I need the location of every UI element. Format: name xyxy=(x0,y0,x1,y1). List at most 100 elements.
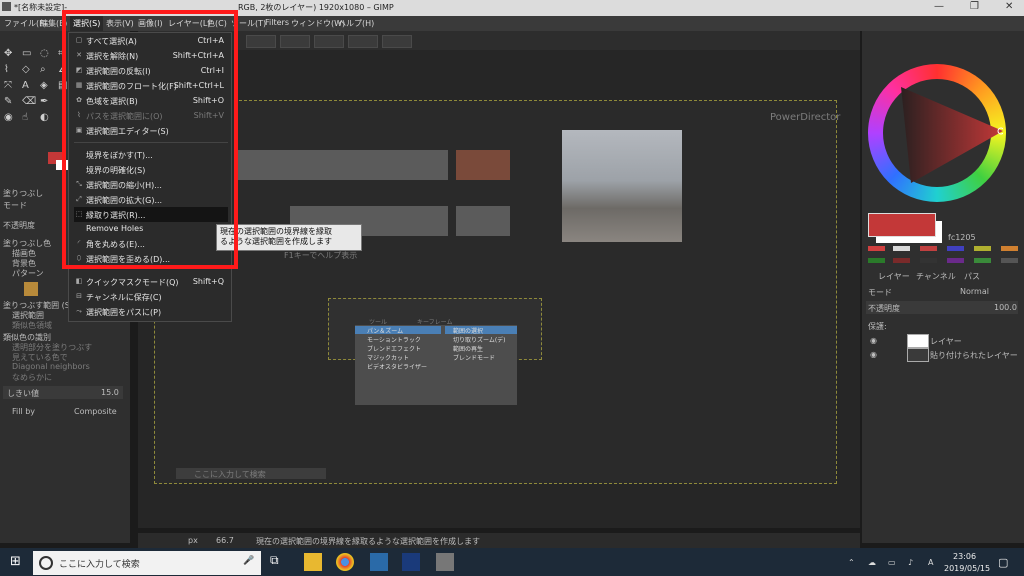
tab-layers[interactable]: レイヤー xyxy=(878,271,910,282)
threshold-slider[interactable]: しきい値 15.0 xyxy=(3,386,123,399)
bucket-fill-icon[interactable]: ◈ xyxy=(40,80,54,92)
context-item: ビデオスタビライザー xyxy=(367,364,428,371)
canvas-tool-button[interactable] xyxy=(246,35,276,48)
canvas-tool-button[interactable] xyxy=(382,35,412,48)
layer-opacity-value: 100.0 xyxy=(994,303,1017,312)
taskbar-search-box[interactable]: ここに入力して検索 🎤 xyxy=(33,551,261,575)
warp-tool-icon[interactable]: ⤧ xyxy=(4,80,18,92)
canvas-tool-button[interactable] xyxy=(280,35,310,48)
text-tool-icon[interactable]: A xyxy=(22,80,36,92)
inner-search-text: ここに入力して検索 xyxy=(194,470,266,479)
select-menu-item-shortcut: Shift+Q xyxy=(192,277,224,286)
chrome-icon[interactable] xyxy=(336,553,354,571)
move-tool-icon[interactable]: ✥ xyxy=(4,48,18,60)
fg-color-swatch-front[interactable] xyxy=(868,213,936,237)
network-icon[interactable]: ▭ xyxy=(888,558,896,567)
clock-time[interactable]: 23:06 xyxy=(953,552,976,561)
zoom-select[interactable]: 66.7 xyxy=(216,536,234,545)
close-icon[interactable]: ✕ xyxy=(1005,1,1013,12)
app-icon[interactable] xyxy=(370,553,388,571)
visibility-eye-icon[interactable]: ◉ xyxy=(870,350,877,359)
inner-search-box: ここに入力して検索 xyxy=(176,468,326,479)
palette-swatch[interactable] xyxy=(947,246,964,251)
color-triangle[interactable] xyxy=(883,79,1003,187)
ime-icon[interactable]: A xyxy=(928,558,933,567)
threshold-value: 15.0 xyxy=(101,388,119,397)
antialias-checkbox[interactable]: なめらかに xyxy=(12,372,52,383)
windows-start-icon[interactable]: ⊞ xyxy=(10,555,24,569)
palette-swatch[interactable] xyxy=(947,258,964,263)
microphone-icon[interactable]: 🎤 xyxy=(243,556,254,566)
area-similar-option[interactable]: 類似色領域 xyxy=(12,320,52,331)
select-menu-item[interactable]: ⤳ 選択範囲をパスに(P) xyxy=(74,304,228,319)
layer-name[interactable]: 貼り付けられたレイヤー xyxy=(930,350,1018,361)
rect-select-tool-icon[interactable]: ▭ xyxy=(22,48,36,60)
tray-chevron-icon[interactable]: ⌃ xyxy=(848,558,855,567)
paths-tool-icon[interactable]: ⌇ xyxy=(4,64,18,76)
lasso-tool-icon[interactable]: ◌ xyxy=(40,48,54,60)
gimp-taskbar-icon[interactable] xyxy=(436,553,454,571)
clock-date[interactable]: 2019/05/15 xyxy=(944,564,990,573)
menu-help[interactable]: ヘルプ(H) xyxy=(338,18,374,29)
palette-swatch[interactable] xyxy=(868,246,885,251)
fill-by-select[interactable]: Composite xyxy=(74,407,117,416)
eraser-icon[interactable]: ⌫ xyxy=(22,96,36,108)
quickmask-icon: ◧ xyxy=(75,277,83,285)
layer-name[interactable]: レイヤー xyxy=(930,336,962,347)
context-item: 切り取りズーム(デ) xyxy=(453,337,506,344)
visibility-eye-icon[interactable]: ◉ xyxy=(870,336,877,345)
pattern-swatch[interactable] xyxy=(24,282,38,296)
paintbrush-icon[interactable]: ✎ xyxy=(4,96,18,108)
taskbar-search-placeholder: ここに入力して検索 xyxy=(59,560,140,570)
diagonal-checkbox[interactable]: Diagonal neighbors xyxy=(12,362,90,371)
weather-icon[interactable]: ☁ xyxy=(868,558,876,567)
clone-tool-icon[interactable]: ◉ xyxy=(4,112,18,124)
menu-filters[interactable]: Filters xyxy=(265,18,289,27)
palette-swatch[interactable] xyxy=(1001,258,1018,263)
fill-pattern-option[interactable]: パターン xyxy=(12,268,44,279)
palette-swatch[interactable] xyxy=(893,258,910,263)
embedded-context-menu: パン＆ズーム モーショントラック ブレンドエフェクト マジックカット ビデオスタ… xyxy=(355,325,517,405)
palette-swatch[interactable] xyxy=(974,258,991,263)
hex-value[interactable]: fc1205 xyxy=(948,233,976,242)
canvas-top-ruler xyxy=(138,31,860,50)
volume-icon[interactable]: ♪ xyxy=(908,558,913,567)
palette-swatch[interactable] xyxy=(1001,246,1018,251)
transform-tool-icon[interactable]: ◇ xyxy=(22,64,36,76)
palette-swatch[interactable] xyxy=(974,246,991,251)
maximize-icon[interactable]: ❐ xyxy=(970,1,979,12)
mode-label: モード xyxy=(3,201,27,210)
palette-swatch[interactable] xyxy=(868,258,885,263)
minimize-icon[interactable]: — xyxy=(934,1,944,12)
media-thumbnail xyxy=(340,150,394,180)
airbrush-icon[interactable]: ✒ xyxy=(40,96,54,108)
smudge-tool-icon[interactable]: ☝ xyxy=(22,112,36,124)
select-menu-item[interactable]: ◧ クイックマスクモード(Q) Shift+Q xyxy=(74,274,228,289)
cortana-icon xyxy=(39,556,53,570)
layer-mode-select[interactable]: Normal xyxy=(960,287,989,296)
layer-thumbnail[interactable] xyxy=(907,348,929,362)
palette-swatch[interactable] xyxy=(920,258,937,263)
tab-channels[interactable]: チャンネル xyxy=(916,271,956,282)
canvas-tool-button[interactable] xyxy=(314,35,344,48)
dodge-tool-icon[interactable]: ◐ xyxy=(40,112,54,124)
unit-select[interactable]: px xyxy=(188,536,198,545)
context-item: モーショントラック xyxy=(367,337,421,344)
layer-thumbnail[interactable] xyxy=(907,334,929,348)
task-view-icon[interactable]: ⧉ xyxy=(270,553,288,571)
powerdirector-icon[interactable] xyxy=(402,553,420,571)
opacity-label: 不透明度 xyxy=(3,221,35,230)
selection-to-path-icon: ⤳ xyxy=(76,307,82,315)
file-explorer-icon[interactable] xyxy=(304,553,322,571)
context-item: 範囲の選択 xyxy=(445,326,517,335)
palette-swatch[interactable] xyxy=(920,246,937,251)
save-to-channel-icon: ⊟ xyxy=(76,292,82,300)
palette-swatch[interactable] xyxy=(893,246,910,251)
media-thumbnail xyxy=(456,206,510,236)
notification-icon[interactable]: ▢ xyxy=(998,556,1008,569)
layer-opacity-slider[interactable]: 不透明度 100.0 xyxy=(866,301,1018,314)
tab-paths[interactable]: パス xyxy=(964,271,980,282)
select-menu-item[interactable]: ⊟ チャンネルに保存(C) xyxy=(74,289,228,304)
canvas-tool-button[interactable] xyxy=(348,35,378,48)
zoom-tool-icon[interactable]: ⌕ xyxy=(40,64,54,76)
